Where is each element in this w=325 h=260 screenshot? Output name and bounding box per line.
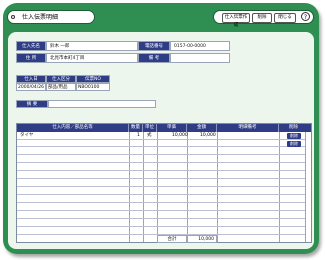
row-line — [17, 226, 311, 227]
row-line — [17, 186, 311, 187]
create-slip-button[interactable]: 仕入伝票作成 — [222, 13, 250, 28]
col-qty: 数量 — [129, 124, 143, 132]
row-qty-cell[interactable]: 1 — [137, 133, 140, 139]
row-amount-cell[interactable]: 10,000 — [200, 133, 216, 139]
row-line — [17, 170, 311, 171]
col-item: 仕入内容／部品名等 — [17, 124, 129, 132]
window-title: 仕入伝票明細 — [22, 14, 59, 21]
address-label: 住 所 — [16, 53, 46, 63]
line-items-table: 仕入内容／部品名等 数量 単位 単価 金額 明細備考 削除 タイヤ 1 式 10… — [16, 123, 312, 243]
row-line — [17, 202, 311, 203]
row-line — [17, 218, 311, 219]
row-line — [17, 210, 311, 211]
total-value: 10,000 — [187, 235, 217, 243]
row-line — [17, 139, 311, 140]
close-button[interactable]: 閉じる — [274, 13, 296, 23]
delete-button[interactable]: 削除 — [252, 13, 272, 23]
supplier-label: 仕入先名 — [16, 41, 46, 51]
date-label: 仕入日 — [16, 75, 46, 83]
remarks-label: 備 考 — [138, 53, 170, 63]
summary-field[interactable] — [48, 100, 156, 108]
slip-no-field[interactable]: NBO0100 — [76, 83, 110, 91]
row-line — [17, 154, 311, 155]
row-line — [17, 162, 311, 163]
date-field[interactable]: 2000/04/26 — [16, 83, 46, 91]
row-item-cell[interactable]: タイヤ — [20, 133, 33, 139]
summary-label: 摘 要 — [16, 100, 48, 108]
col-amount: 金額 — [187, 124, 217, 132]
help-icon[interactable]: ? — [301, 12, 310, 21]
row-line — [17, 178, 311, 179]
slip-no-label: 伝票NO — [76, 75, 110, 83]
toolbar: 仕入伝票作成 削除 閉じる ? — [213, 10, 314, 28]
row-line — [17, 194, 311, 195]
address-field[interactable]: 北見市本町4丁目 — [46, 53, 138, 63]
content-panel: 仕入先名 鈴木 一郎 電話番号 0157-00-0000 住 所 北見市本町4丁… — [8, 32, 314, 249]
col-price: 単価 — [157, 124, 187, 132]
category-field[interactable]: 部品/用品 — [46, 83, 76, 91]
col-delete: 削除 — [289, 125, 298, 130]
table-scrollbar[interactable] — [305, 132, 311, 242]
table-header: 仕入内容／部品名等 数量 単位 単価 金額 明細備考 削除 — [17, 124, 311, 132]
row-delete-button[interactable]: 削除 — [287, 133, 301, 139]
col-unit: 単位 — [143, 124, 157, 132]
row-price-cell[interactable]: 10,000 — [172, 133, 188, 139]
col-note: 明細備考 — [217, 124, 279, 132]
category-label: 仕入区分 — [46, 75, 76, 83]
window-frame: 仕入伝票明細 仕入伝票作成 削除 閉じる ? 仕入先名 鈴木 一郎 電話番号 0… — [3, 3, 319, 254]
row-line — [17, 146, 311, 147]
phone-label: 電話番号 — [138, 41, 170, 51]
total-label: 合計 — [157, 235, 187, 243]
phone-field[interactable]: 0157-00-0000 — [170, 41, 230, 51]
window-title-pill: 仕入伝票明細 — [7, 10, 95, 24]
row-unit-cell[interactable]: 式 — [147, 133, 152, 139]
row-delete-button[interactable]: 削除 — [287, 141, 301, 147]
remarks-field[interactable] — [170, 53, 230, 63]
record-icon — [11, 15, 15, 19]
supplier-field[interactable]: 鈴木 一郎 — [46, 41, 138, 51]
